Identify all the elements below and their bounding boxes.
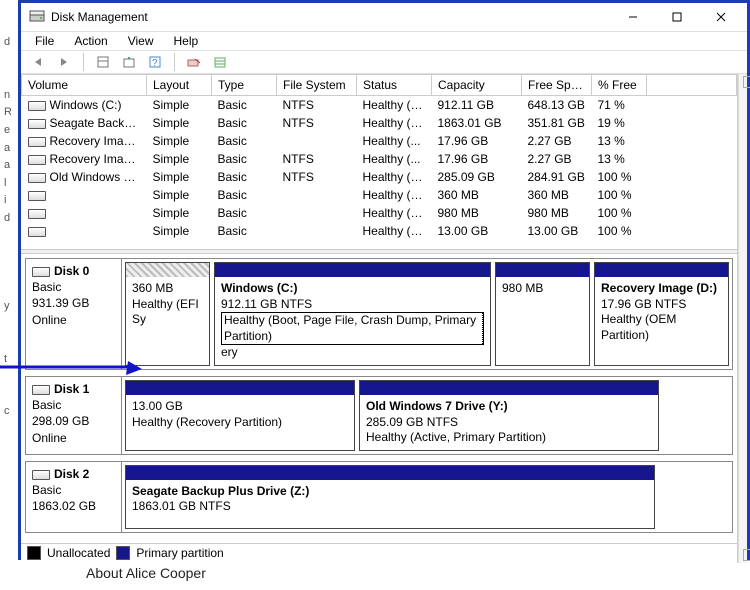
disk-mgmt-icon (29, 9, 45, 25)
menu-file[interactable]: File (25, 32, 64, 50)
table-row[interactable]: Windows (C:)SimpleBasicNTFSHealthy (B...… (22, 96, 737, 115)
table-row[interactable]: Recovery Image (D:)SimpleBasicHealthy (.… (22, 132, 737, 150)
disk-label[interactable]: Disk 0Basic931.39 GBOnline (26, 259, 122, 369)
partition[interactable]: 980 MB (495, 262, 590, 366)
titlebar: Disk Management (21, 3, 747, 32)
col-status[interactable]: Status (357, 75, 432, 96)
legend-swatch-primary (116, 546, 130, 560)
volume-icon (28, 137, 46, 147)
disk-icon (32, 470, 50, 480)
menu-action[interactable]: Action (64, 32, 117, 50)
volume-icon (28, 209, 46, 219)
toolbar-icon-2[interactable] (183, 51, 205, 73)
volume-icon (28, 119, 46, 129)
col-volume[interactable]: Volume (22, 75, 147, 96)
col-pct[interactable]: % Free (592, 75, 647, 96)
legend-primary: Primary partition (136, 546, 223, 560)
legend-unallocated: Unallocated (47, 546, 110, 560)
back-button[interactable] (27, 51, 49, 73)
minimize-button[interactable] (611, 3, 655, 31)
menu-view[interactable]: View (118, 32, 164, 50)
close-button[interactable] (699, 3, 743, 31)
disk-icon (32, 385, 50, 395)
volume-icon (28, 155, 46, 165)
toolbar-icon-1[interactable] (92, 51, 114, 73)
partition[interactable]: Old Windows 7 Drive (Y:)285.09 GB NTFSHe… (359, 380, 659, 451)
volume-list[interactable]: Volume Layout Type File System Status Ca… (21, 74, 737, 249)
table-row[interactable]: SimpleBasicHealthy (R...13.00 GB13.00 GB… (22, 222, 737, 240)
disk-label[interactable]: Disk 1Basic298.09 GBOnline (26, 377, 122, 454)
disk-graphical-view: Disk 0Basic931.39 GBOnline360 MBHealthy … (21, 254, 737, 543)
volume-icon (28, 191, 46, 201)
table-row[interactable]: Recovery Image (D:)SimpleBasicNTFSHealth… (22, 150, 737, 168)
refresh-button[interactable] (118, 51, 140, 73)
volume-icon (28, 173, 46, 183)
disk-row: Disk 1Basic298.09 GBOnline13.00 GBHealth… (25, 376, 733, 455)
disk-label[interactable]: Disk 2Basic1863.02 GB (26, 462, 122, 532)
col-spare[interactable] (647, 75, 737, 96)
svg-text:?: ? (152, 58, 158, 69)
col-type[interactable]: Type (212, 75, 277, 96)
col-free[interactable]: Free Spa... (522, 75, 592, 96)
table-row[interactable]: Seagate Backup Pl...SimpleBasicNTFSHealt… (22, 114, 737, 132)
volume-icon (28, 227, 46, 237)
disk-icon (32, 267, 50, 277)
table-row[interactable]: SimpleBasicHealthy (R...980 MB980 MB100 … (22, 204, 737, 222)
forward-button[interactable] (53, 51, 75, 73)
col-fs[interactable]: File System (277, 75, 357, 96)
partition[interactable]: Recovery Image (D:)17.96 GB NTFSHealthy … (594, 262, 729, 366)
partition[interactable]: 360 MBHealthy (EFI Sy (125, 262, 210, 366)
disk-row: Disk 0Basic931.39 GBOnline360 MBHealthy … (25, 258, 733, 370)
partition[interactable]: Seagate Backup Plus Drive (Z:)1863.01 GB… (125, 465, 655, 529)
window-title: Disk Management (51, 10, 611, 24)
table-row[interactable]: Old Windows 7 Dri...SimpleBasicNTFSHealt… (22, 168, 737, 186)
col-capacity[interactable]: Capacity (432, 75, 522, 96)
col-layout[interactable]: Layout (147, 75, 212, 96)
legend-swatch-unallocated (27, 546, 41, 560)
toolbar: ? (21, 51, 747, 74)
toolbar-icon-3[interactable] (209, 51, 231, 73)
table-row[interactable]: SimpleBasicHealthy (E...360 MB360 MB100 … (22, 186, 737, 204)
partition[interactable]: Windows (C:)912.11 GB NTFSHealthy (Boot,… (214, 262, 491, 366)
disk-management-window: Disk Management File Action View Help ? (18, 0, 750, 560)
disk-row: Disk 2Basic1863.02 GBSeagate Backup Plus… (25, 461, 733, 533)
legend: Unallocated Primary partition (21, 543, 737, 563)
menu-help[interactable]: Help (164, 32, 209, 50)
help-button[interactable]: ? (144, 51, 166, 73)
menubar: File Action View Help (21, 32, 747, 51)
vertical-scrollbar[interactable] (738, 74, 747, 563)
partition[interactable]: 13.00 GBHealthy (Recovery Partition) (125, 380, 355, 451)
page-footer-text: About Alice Cooper (86, 565, 206, 581)
volume-icon (28, 101, 46, 111)
maximize-button[interactable] (655, 3, 699, 31)
